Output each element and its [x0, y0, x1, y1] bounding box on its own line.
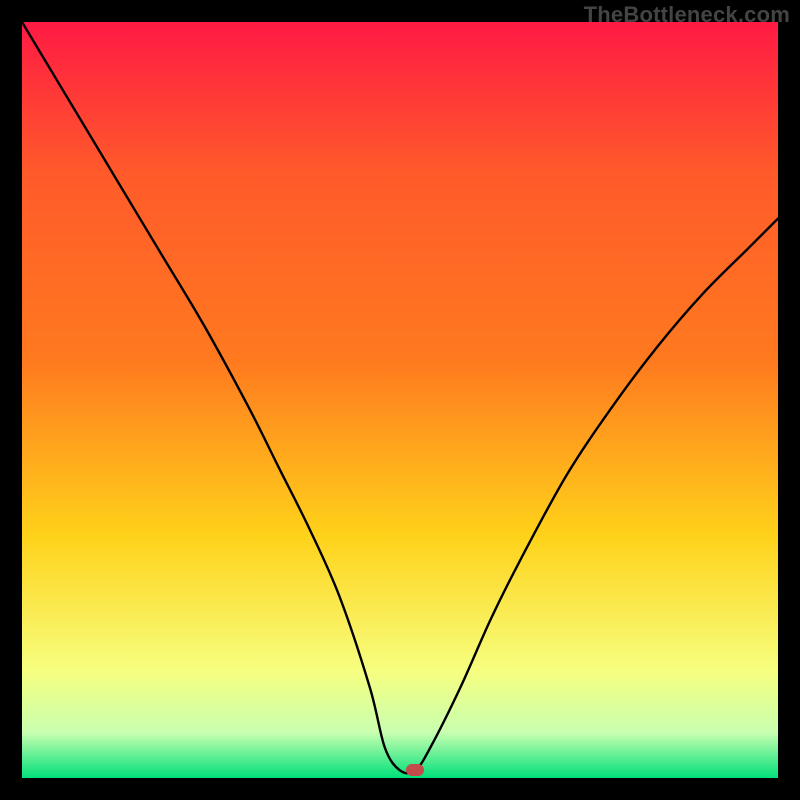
chart-frame: TheBottleneck.com [0, 0, 800, 800]
bottleneck-curve [22, 22, 778, 778]
minimum-marker [406, 764, 424, 776]
watermark-text: TheBottleneck.com [584, 2, 790, 28]
plot-area [22, 22, 778, 778]
